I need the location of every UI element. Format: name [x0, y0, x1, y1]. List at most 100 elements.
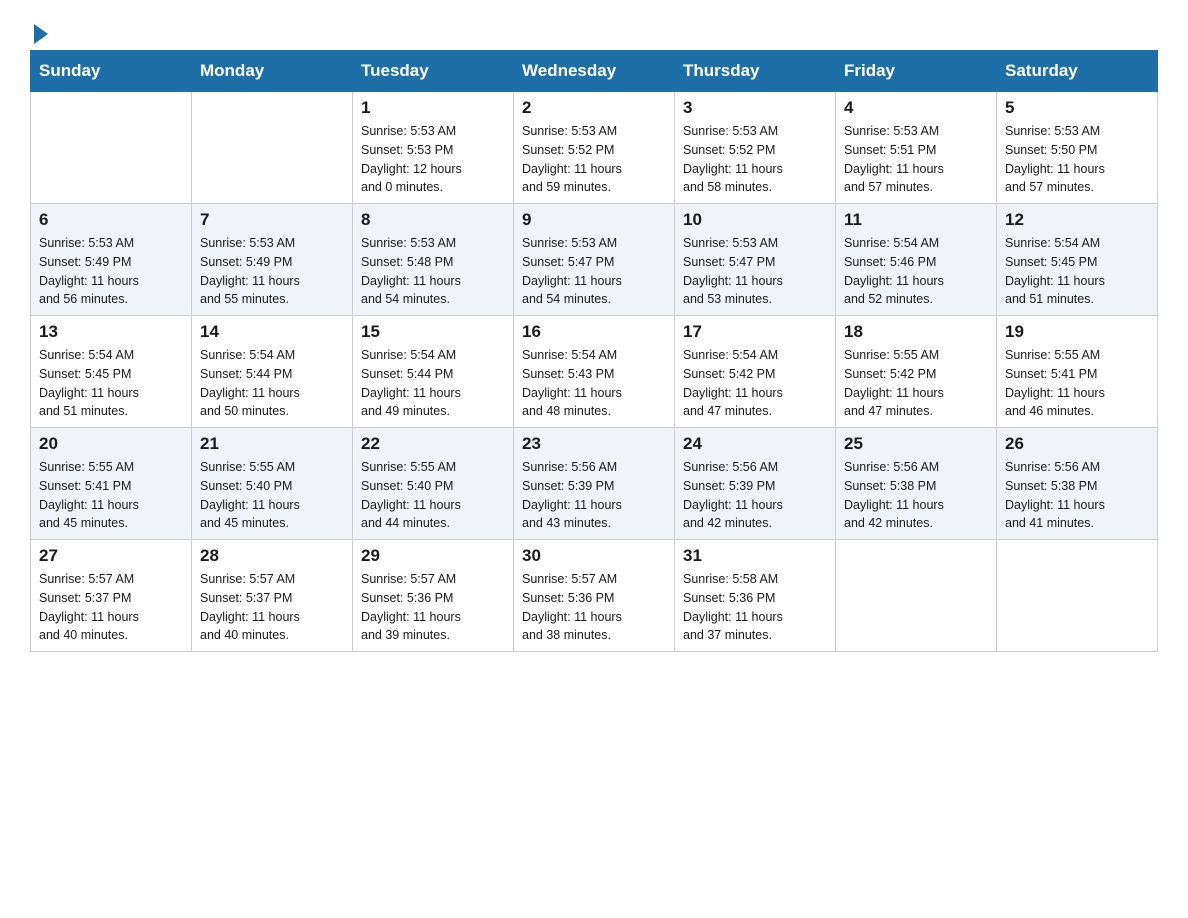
day-number: 8 [361, 210, 505, 230]
calendar-cell: 15 Sunrise: 5:54 AM Sunset: 5:44 PM Dayli… [353, 316, 514, 428]
calendar-cell: 12 Sunrise: 5:54 AM Sunset: 5:45 PM Dayli… [997, 204, 1158, 316]
calendar-week-row: 1 Sunrise: 5:53 AM Sunset: 5:53 PM Daylig… [31, 92, 1158, 204]
day-number: 25 [844, 434, 988, 454]
calendar-cell: 11 Sunrise: 5:54 AM Sunset: 5:46 PM Dayli… [836, 204, 997, 316]
calendar-cell: 27 Sunrise: 5:57 AM Sunset: 5:37 PM Dayli… [31, 540, 192, 652]
day-number: 15 [361, 322, 505, 342]
day-number: 3 [683, 98, 827, 118]
calendar-cell: 9 Sunrise: 5:53 AM Sunset: 5:47 PM Daylig… [514, 204, 675, 316]
calendar-cell: 5 Sunrise: 5:53 AM Sunset: 5:50 PM Daylig… [997, 92, 1158, 204]
calendar-week-row: 27 Sunrise: 5:57 AM Sunset: 5:37 PM Dayli… [31, 540, 1158, 652]
calendar-cell [997, 540, 1158, 652]
day-number: 13 [39, 322, 183, 342]
day-info: Sunrise: 5:53 AM Sunset: 5:50 PM Dayligh… [1005, 122, 1149, 197]
day-number: 30 [522, 546, 666, 566]
day-number: 29 [361, 546, 505, 566]
day-info: Sunrise: 5:53 AM Sunset: 5:51 PM Dayligh… [844, 122, 988, 197]
calendar-cell [31, 92, 192, 204]
day-number: 12 [1005, 210, 1149, 230]
day-info: Sunrise: 5:55 AM Sunset: 5:40 PM Dayligh… [361, 458, 505, 533]
day-number: 21 [200, 434, 344, 454]
day-info: Sunrise: 5:57 AM Sunset: 5:37 PM Dayligh… [200, 570, 344, 645]
day-info: Sunrise: 5:54 AM Sunset: 5:44 PM Dayligh… [200, 346, 344, 421]
calendar-week-row: 13 Sunrise: 5:54 AM Sunset: 5:45 PM Dayli… [31, 316, 1158, 428]
calendar-cell: 14Sunrise: 5:54 AM Sunset: 5:44 PM Dayli… [192, 316, 353, 428]
calendar-table: SundayMondayTuesdayWednesdayThursdayFrid… [30, 50, 1158, 652]
day-number: 31 [683, 546, 827, 566]
day-info: Sunrise: 5:54 AM Sunset: 5:42 PM Dayligh… [683, 346, 827, 421]
logo [30, 20, 48, 40]
day-info: Sunrise: 5:58 AM Sunset: 5:36 PM Dayligh… [683, 570, 827, 645]
logo-arrow-icon [34, 24, 48, 44]
calendar-cell: 30 Sunrise: 5:57 AM Sunset: 5:36 PM Dayli… [514, 540, 675, 652]
calendar-cell: 31 Sunrise: 5:58 AM Sunset: 5:36 PM Dayli… [675, 540, 836, 652]
day-info: Sunrise: 5:55 AM Sunset: 5:40 PM Dayligh… [200, 458, 344, 533]
day-info: Sunrise: 5:54 AM Sunset: 5:44 PM Dayligh… [361, 346, 505, 421]
calendar-cell: 23Sunrise: 5:56 AM Sunset: 5:39 PM Dayli… [514, 428, 675, 540]
day-number: 11 [844, 210, 988, 230]
page-header [30, 20, 1158, 40]
day-info: Sunrise: 5:56 AM Sunset: 5:39 PM Dayligh… [522, 458, 666, 533]
calendar-cell: 17 Sunrise: 5:54 AM Sunset: 5:42 PM Dayli… [675, 316, 836, 428]
day-number: 6 [39, 210, 183, 230]
day-info: Sunrise: 5:55 AM Sunset: 5:42 PM Dayligh… [844, 346, 988, 421]
day-info: Sunrise: 5:53 AM Sunset: 5:52 PM Dayligh… [522, 122, 666, 197]
day-info: Sunrise: 5:53 AM Sunset: 5:52 PM Dayligh… [683, 122, 827, 197]
day-number: 10 [683, 210, 827, 230]
day-number: 16 [522, 322, 666, 342]
day-info: Sunrise: 5:53 AM Sunset: 5:53 PM Dayligh… [361, 122, 505, 197]
day-info: Sunrise: 5:54 AM Sunset: 5:45 PM Dayligh… [1005, 234, 1149, 309]
calendar-cell: 7 Sunrise: 5:53 AM Sunset: 5:49 PM Daylig… [192, 204, 353, 316]
day-info: Sunrise: 5:56 AM Sunset: 5:39 PM Dayligh… [683, 458, 827, 533]
calendar-header-friday: Friday [836, 51, 997, 92]
day-number: 4 [844, 98, 988, 118]
calendar-cell: 28 Sunrise: 5:57 AM Sunset: 5:37 PM Dayli… [192, 540, 353, 652]
day-number: 2 [522, 98, 666, 118]
day-info: Sunrise: 5:53 AM Sunset: 5:49 PM Dayligh… [200, 234, 344, 309]
day-number: 27 [39, 546, 183, 566]
day-number: 17 [683, 322, 827, 342]
day-number: 5 [1005, 98, 1149, 118]
calendar-header-wednesday: Wednesday [514, 51, 675, 92]
calendar-cell: 24 Sunrise: 5:56 AM Sunset: 5:39 PM Dayli… [675, 428, 836, 540]
day-info: Sunrise: 5:54 AM Sunset: 5:43 PM Dayligh… [522, 346, 666, 421]
day-info: Sunrise: 5:53 AM Sunset: 5:47 PM Dayligh… [522, 234, 666, 309]
calendar-header-sunday: Sunday [31, 51, 192, 92]
day-number: 7 [200, 210, 344, 230]
calendar-cell: 3 Sunrise: 5:53 AM Sunset: 5:52 PM Daylig… [675, 92, 836, 204]
day-info: Sunrise: 5:54 AM Sunset: 5:45 PM Dayligh… [39, 346, 183, 421]
calendar-cell: 8 Sunrise: 5:53 AM Sunset: 5:48 PM Daylig… [353, 204, 514, 316]
day-number: 20 [39, 434, 183, 454]
day-info: Sunrise: 5:54 AM Sunset: 5:46 PM Dayligh… [844, 234, 988, 309]
calendar-cell: 10 Sunrise: 5:53 AM Sunset: 5:47 PM Dayli… [675, 204, 836, 316]
day-info: Sunrise: 5:56 AM Sunset: 5:38 PM Dayligh… [844, 458, 988, 533]
calendar-cell: 21 Sunrise: 5:55 AM Sunset: 5:40 PM Dayli… [192, 428, 353, 540]
calendar-header-saturday: Saturday [997, 51, 1158, 92]
calendar-cell: 4 Sunrise: 5:53 AM Sunset: 5:51 PM Daylig… [836, 92, 997, 204]
day-info: Sunrise: 5:55 AM Sunset: 5:41 PM Dayligh… [39, 458, 183, 533]
day-number: 9 [522, 210, 666, 230]
calendar-cell: 18Sunrise: 5:55 AM Sunset: 5:42 PM Dayli… [836, 316, 997, 428]
day-number: 28 [200, 546, 344, 566]
calendar-cell: 16 Sunrise: 5:54 AM Sunset: 5:43 PM Dayli… [514, 316, 675, 428]
calendar-cell: 6Sunrise: 5:53 AM Sunset: 5:49 PM Daylig… [31, 204, 192, 316]
day-info: Sunrise: 5:53 AM Sunset: 5:48 PM Dayligh… [361, 234, 505, 309]
day-info: Sunrise: 5:57 AM Sunset: 5:36 PM Dayligh… [522, 570, 666, 645]
day-number: 1 [361, 98, 505, 118]
calendar-header-monday: Monday [192, 51, 353, 92]
day-info: Sunrise: 5:57 AM Sunset: 5:37 PM Dayligh… [39, 570, 183, 645]
calendar-cell: 1 Sunrise: 5:53 AM Sunset: 5:53 PM Daylig… [353, 92, 514, 204]
calendar-cell: 22Sunrise: 5:55 AM Sunset: 5:40 PM Dayli… [353, 428, 514, 540]
day-info: Sunrise: 5:55 AM Sunset: 5:41 PM Dayligh… [1005, 346, 1149, 421]
calendar-cell: 2 Sunrise: 5:53 AM Sunset: 5:52 PM Daylig… [514, 92, 675, 204]
calendar-week-row: 20 Sunrise: 5:55 AM Sunset: 5:41 PM Dayli… [31, 428, 1158, 540]
calendar-cell: 29 Sunrise: 5:57 AM Sunset: 5:36 PM Dayli… [353, 540, 514, 652]
day-number: 24 [683, 434, 827, 454]
day-info: Sunrise: 5:57 AM Sunset: 5:36 PM Dayligh… [361, 570, 505, 645]
day-number: 19 [1005, 322, 1149, 342]
calendar-cell [836, 540, 997, 652]
day-info: Sunrise: 5:53 AM Sunset: 5:47 PM Dayligh… [683, 234, 827, 309]
calendar-cell: 20 Sunrise: 5:55 AM Sunset: 5:41 PM Dayli… [31, 428, 192, 540]
calendar-cell [192, 92, 353, 204]
day-info: Sunrise: 5:56 AM Sunset: 5:38 PM Dayligh… [1005, 458, 1149, 533]
